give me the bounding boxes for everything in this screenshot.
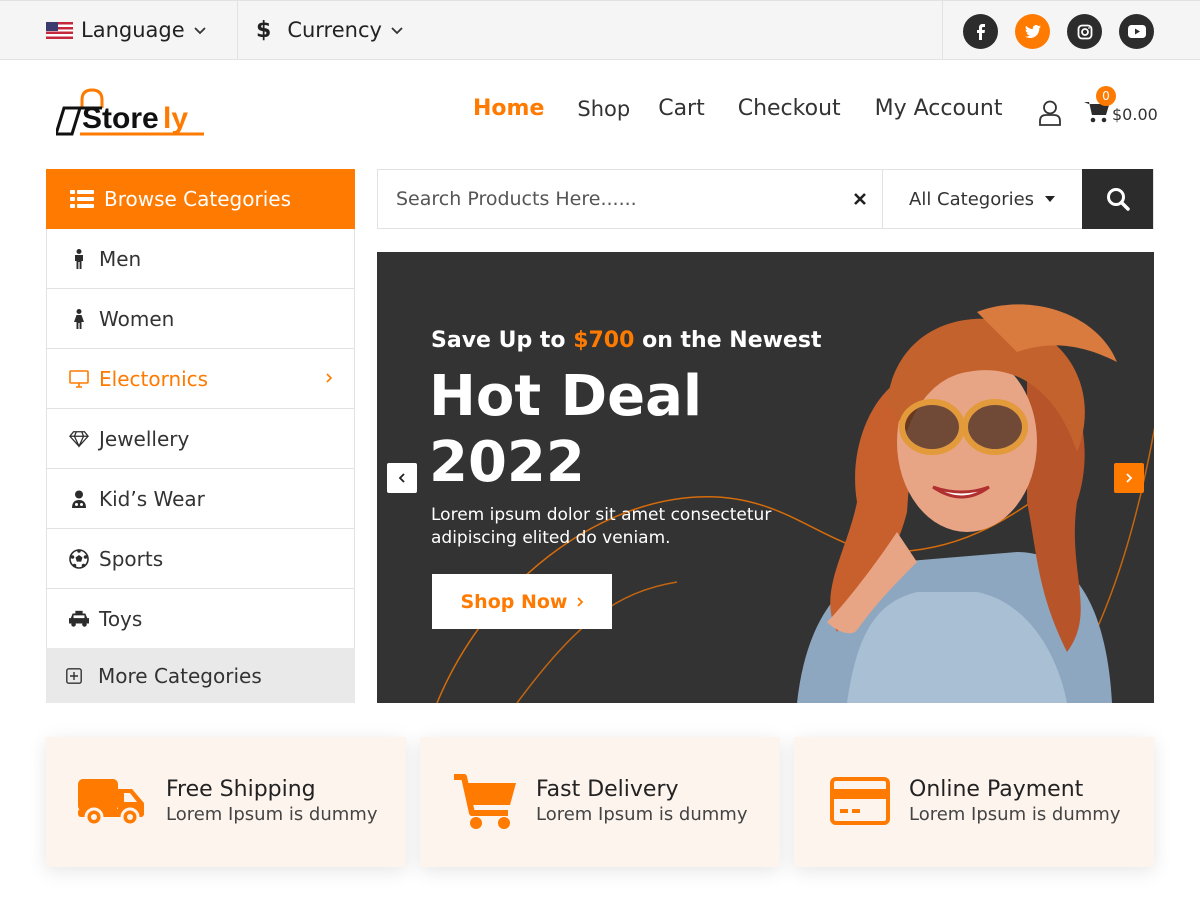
chevron-right-icon xyxy=(576,596,583,607)
nav-cart[interactable]: Cart xyxy=(658,96,705,121)
nav-home[interactable]: Home xyxy=(473,96,544,121)
hero-description: Lorem ipsum dolor sit amet consectetur a… xyxy=(431,505,772,548)
main-nav: Home Shop Cart Checkout My Account xyxy=(473,96,1002,121)
category-label: Men xyxy=(99,246,142,271)
divider xyxy=(237,1,238,59)
browse-categories-header[interactable]: Browse Categories xyxy=(46,169,355,229)
category-electronics[interactable]: Electornics xyxy=(47,349,354,409)
dollar-icon: $ xyxy=(256,17,272,43)
toy-car-icon xyxy=(69,609,89,629)
currency-selector[interactable]: $ Currency xyxy=(256,1,404,59)
chevron-down-icon xyxy=(391,27,403,35)
category-men[interactable]: Men xyxy=(47,229,354,289)
cart-icon xyxy=(454,773,518,835)
nav-checkout[interactable]: Checkout xyxy=(738,96,841,121)
hero-banner: Save Up to $700 on the Newest Hot Deal 2… xyxy=(377,252,1154,703)
slider-prev-button[interactable] xyxy=(387,463,417,493)
male-icon xyxy=(69,248,89,269)
chevron-down-icon xyxy=(194,27,206,35)
slider-next-button[interactable] xyxy=(1114,463,1144,493)
female-icon xyxy=(69,308,89,329)
hero-price-highlight: $700 xyxy=(573,328,635,353)
youtube-icon[interactable] xyxy=(1119,14,1154,49)
chevron-right-icon xyxy=(1126,473,1133,483)
nav-my-account[interactable]: My Account xyxy=(875,96,1003,121)
feature-free-shipping: Free Shipping Lorem Ipsum is dummy xyxy=(46,737,406,867)
category-kids-wear[interactable]: Kid’s Wear xyxy=(47,469,354,529)
diamond-icon xyxy=(69,429,89,449)
list-icon xyxy=(70,190,94,208)
hero-title-line2: 2022 xyxy=(429,430,585,495)
shop-now-label: Shop Now xyxy=(460,590,568,613)
shop-now-button[interactable]: Shop Now xyxy=(432,574,612,629)
feature-online-payment: Online Payment Lorem Ipsum is dummy xyxy=(794,737,1154,867)
hero-title-line1: Hot Deal xyxy=(429,364,703,429)
feature-title: Free Shipping xyxy=(166,777,316,802)
category-sports[interactable]: Sports xyxy=(47,529,354,589)
clear-search-button[interactable] xyxy=(838,170,883,228)
hero-subtitle-post: on the Newest xyxy=(634,328,822,353)
language-selector[interactable]: Language xyxy=(46,1,207,59)
search-button[interactable] xyxy=(1082,169,1153,229)
chevron-right-icon xyxy=(326,373,333,383)
divider xyxy=(942,1,943,59)
svg-text:ly: ly xyxy=(163,102,188,135)
storely-logo[interactable]: Store ly xyxy=(53,86,216,140)
language-label: Language xyxy=(81,18,185,42)
svg-text:Store: Store xyxy=(82,102,159,135)
category-label: Sports xyxy=(99,546,164,571)
category-dropdown-label: All Categories xyxy=(909,188,1035,210)
truck-icon xyxy=(78,773,146,833)
hero-subtitle: Save Up to $700 on the Newest xyxy=(431,328,821,353)
category-dropdown[interactable]: All Categories xyxy=(883,170,1082,228)
facebook-icon[interactable] xyxy=(963,14,998,49)
search-input[interactable] xyxy=(378,170,838,228)
top-bar: Language $ Currency xyxy=(0,0,1200,60)
category-label: Kid’s Wear xyxy=(99,486,205,511)
twitter-icon[interactable] xyxy=(1015,14,1050,49)
category-label: Toys xyxy=(99,606,143,631)
child-icon xyxy=(69,489,89,509)
category-list: Men Women Electornics Jewellery Kid’s We… xyxy=(46,229,355,650)
social-links xyxy=(963,14,1154,49)
currency-label: Currency xyxy=(287,18,382,42)
category-label: Electornics xyxy=(99,366,209,391)
plus-square-icon xyxy=(66,667,82,684)
feature-desc: Lorem Ipsum is dummy xyxy=(166,804,378,825)
hero-subtitle-pre: Save Up to xyxy=(431,328,574,353)
feature-desc: Lorem Ipsum is dummy xyxy=(536,804,748,825)
category-women[interactable]: Women xyxy=(47,289,354,349)
cart-count-badge: 0 xyxy=(1096,86,1116,106)
more-categories-label: More Categories xyxy=(98,663,262,688)
user-icon[interactable] xyxy=(1038,100,1062,130)
woman-photo xyxy=(797,304,1117,703)
feature-title: Online Payment xyxy=(909,777,1084,802)
category-label: Jewellery xyxy=(99,426,190,451)
instagram-icon[interactable] xyxy=(1067,14,1102,49)
feature-fast-delivery: Fast Delivery Lorem Ipsum is dummy xyxy=(420,737,780,867)
cart-total: $0.00 xyxy=(1112,105,1158,124)
hero-title: Hot Deal 2022 xyxy=(429,364,769,496)
feature-desc: Lorem Ipsum is dummy xyxy=(909,804,1121,825)
nav-shop[interactable]: Shop xyxy=(577,97,630,121)
soccer-ball-icon xyxy=(69,548,89,569)
more-categories[interactable]: More Categories xyxy=(46,648,355,703)
category-jewellery[interactable]: Jewellery xyxy=(47,409,354,469)
credit-card-icon xyxy=(830,777,890,829)
search-bar: All Categories xyxy=(377,169,1154,229)
browse-categories-label: Browse Categories xyxy=(104,187,291,211)
category-toys[interactable]: Toys xyxy=(47,589,354,649)
feature-title: Fast Delivery xyxy=(536,777,679,802)
monitor-icon xyxy=(69,369,89,389)
category-label: Women xyxy=(99,306,175,331)
close-icon xyxy=(854,193,866,205)
us-flag-icon xyxy=(46,21,73,39)
search-icon xyxy=(1106,188,1130,211)
caret-down-icon xyxy=(1045,196,1056,202)
chevron-left-icon xyxy=(398,473,405,483)
